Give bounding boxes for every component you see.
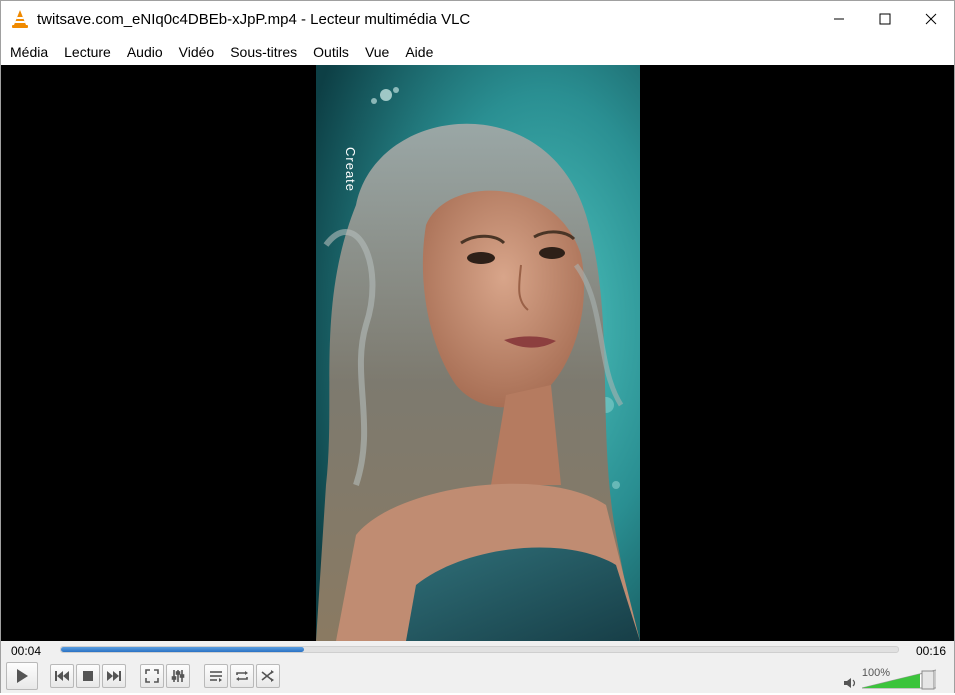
menu-aide[interactable]: Aide — [397, 39, 441, 65]
menu-sous-titres[interactable]: Sous-titres — [222, 39, 305, 65]
play-button[interactable] — [6, 662, 38, 690]
seek-progress — [61, 647, 304, 652]
playback-controls: 00:04 00:16 100% — [1, 641, 954, 693]
maximize-button[interactable] — [862, 1, 908, 37]
vlc-cone-icon — [11, 9, 29, 29]
playlist-icon — [210, 671, 222, 682]
video-overlay-text: Create — [343, 147, 358, 193]
menu-video[interactable]: Vidéo — [171, 39, 223, 65]
stop-button[interactable] — [76, 664, 100, 688]
volume-slider[interactable] — [861, 668, 937, 690]
menu-bar: Média Lecture Audio Vidéo Sous-titres Ou… — [1, 39, 954, 65]
video-frame — [316, 65, 640, 641]
seek-bar[interactable] — [60, 646, 899, 653]
extended-settings-button[interactable] — [166, 664, 190, 688]
minimize-button[interactable] — [816, 1, 862, 37]
close-icon — [925, 13, 937, 25]
shuffle-button[interactable] — [256, 664, 280, 688]
previous-icon — [55, 671, 69, 681]
loop-icon — [236, 671, 248, 681]
menu-media[interactable]: Média — [1, 39, 56, 65]
next-icon — [107, 671, 121, 681]
stop-icon — [83, 671, 93, 681]
speaker-icon[interactable] — [843, 676, 857, 690]
window-title: twitsave.com_eNIq0c4DBEb-xJpP.mp4 - Lect… — [37, 10, 471, 28]
video-frame-image — [316, 65, 640, 641]
menu-vue[interactable]: Vue — [357, 39, 397, 65]
video-area[interactable]: Create — [1, 65, 954, 641]
loop-button[interactable] — [230, 664, 254, 688]
previous-button[interactable] — [50, 664, 74, 688]
close-button[interactable] — [908, 1, 954, 37]
play-icon — [17, 669, 28, 683]
equalizer-icon — [171, 670, 185, 682]
total-time: 00:16 — [915, 644, 946, 658]
next-button[interactable] — [102, 664, 126, 688]
fullscreen-button[interactable] — [140, 664, 164, 688]
menu-audio[interactable]: Audio — [119, 39, 171, 65]
title-bar: twitsave.com_eNIq0c4DBEb-xJpP.mp4 - Lect… — [1, 1, 954, 37]
vlc-window: twitsave.com_eNIq0c4DBEb-xJpP.mp4 - Lect… — [0, 0, 955, 693]
minimize-icon — [834, 18, 844, 20]
menu-outils[interactable]: Outils — [305, 39, 357, 65]
elapsed-time: 00:04 — [11, 644, 42, 658]
menu-lecture[interactable]: Lecture — [56, 39, 119, 65]
playlist-button[interactable] — [204, 664, 228, 688]
maximize-icon — [879, 13, 891, 25]
shuffle-icon — [261, 670, 274, 682]
fullscreen-icon — [145, 669, 159, 683]
